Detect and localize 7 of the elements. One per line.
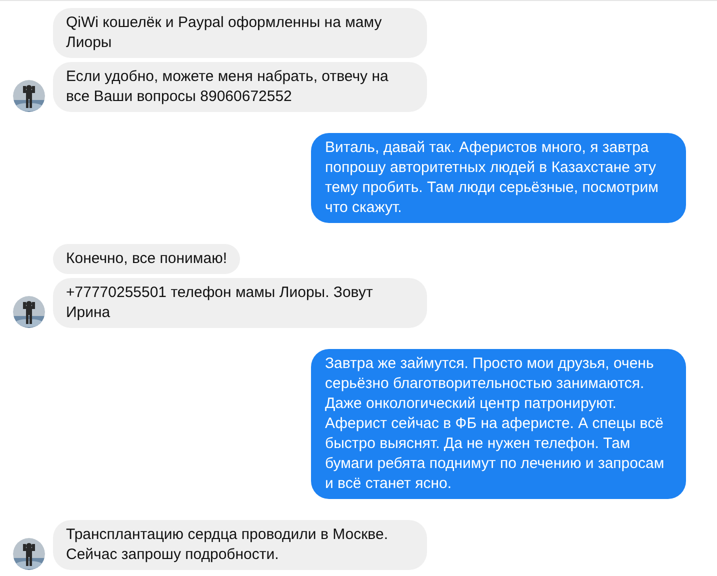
message-bubble: Если удобно, можете меня набрать, отвечу на все Ваши вопросы 89060672552 bbox=[53, 62, 427, 112]
message-bubble: Виталь, давай так. Аферистов много, я завтра попрошу авторитетных людей в Казахстане эту тему пробить. Там люди серьёзные, посмотрим что скажут. bbox=[311, 133, 686, 223]
message-bubble: Трансплантацию сердца проводили в Москве. Сейчас запрошу подробности. bbox=[53, 520, 427, 570]
message-bubble: Конечно, все понимаю! bbox=[53, 244, 240, 274]
message-bubble: QiWi кошелёк и Paypal оформленны на маму Лиоры bbox=[53, 8, 427, 58]
message-bubble: Завтра же займутся. Просто мои друзья, очень серьёзно благотворительностью занимаются. Даже онкологический центр патронируют. Аферист сейчас в ФБ на аферисте. А спецы всё быстро выяснят. Да не нужен телефон. Там бумаги ребята поднимут по лечению и запросам и всё станет ясно. bbox=[311, 349, 686, 499]
message-bubble: +77770255501 телефон мамы Лиоры. Зовут Ирина bbox=[53, 278, 427, 328]
